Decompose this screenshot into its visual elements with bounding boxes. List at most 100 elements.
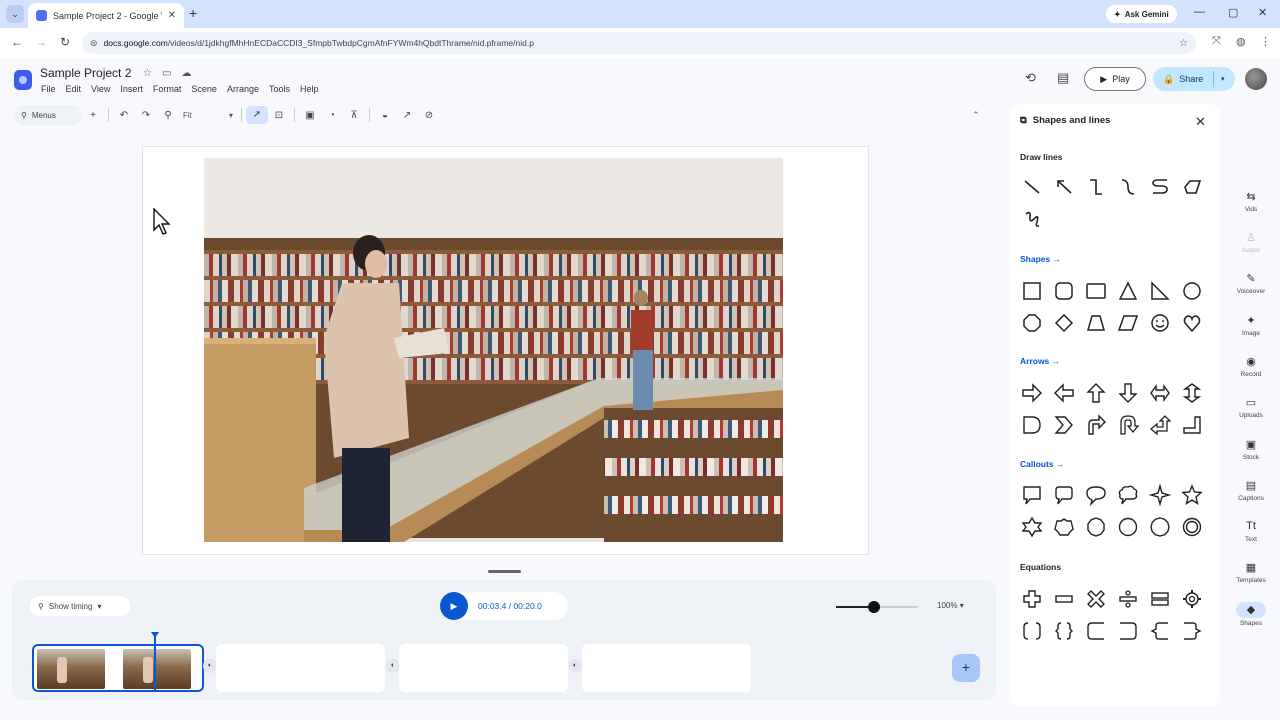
callouts-heading[interactable]: Callouts → xyxy=(1020,459,1064,469)
browser-tab[interactable]: Sample Project 2 - Google Vids ✕ xyxy=(28,3,184,28)
playhead[interactable] xyxy=(154,632,156,692)
minus-shape-icon[interactable] xyxy=(1052,588,1076,610)
rail-record[interactable]: ◉ Record xyxy=(1228,355,1274,378)
divide-shape-icon[interactable] xyxy=(1116,588,1140,610)
oval-callout-icon[interactable] xyxy=(1084,484,1108,506)
up-arrow-icon[interactable] xyxy=(1084,382,1108,404)
dodecagon-icon[interactable] xyxy=(1148,516,1172,538)
menus-search[interactable]: ⚲ Menus xyxy=(14,105,82,125)
tab-search-dropdown[interactable]: ⌄ xyxy=(6,5,24,23)
corner-arrow-icon[interactable] xyxy=(1180,414,1204,436)
curved-connector-icon[interactable] xyxy=(1116,176,1140,198)
profile-icon[interactable]: ◍ xyxy=(1236,35,1246,48)
reload-icon[interactable]: ↻ xyxy=(60,35,70,49)
collapse-toolbar-icon[interactable]: ⌃ xyxy=(972,110,980,121)
elbow-connector-icon[interactable] xyxy=(1084,176,1108,198)
curve-icon[interactable] xyxy=(1148,176,1172,198)
menu-scene[interactable]: Scene xyxy=(191,84,217,94)
rail-shapes[interactable]: ◆ Shapes xyxy=(1228,602,1274,627)
right-triangle-icon[interactable] xyxy=(1148,280,1172,302)
menu-help[interactable]: Help xyxy=(300,84,319,94)
trapezoid-icon[interactable] xyxy=(1084,312,1108,334)
ask-gemini-button[interactable]: ✦ Ask Gemini xyxy=(1106,5,1177,23)
octagon-icon[interactable] xyxy=(1020,312,1044,334)
rail-voiceover[interactable]: ✎ Voiceover xyxy=(1228,272,1274,295)
close-window-icon[interactable]: ✕ xyxy=(1258,6,1267,19)
scribble-icon[interactable] xyxy=(1020,208,1044,230)
site-info-icon[interactable]: ⊜ xyxy=(90,38,98,49)
rail-templates[interactable]: ▦ Templates xyxy=(1228,561,1274,584)
rectangle-icon[interactable] xyxy=(1020,280,1044,302)
menu-file[interactable]: File xyxy=(41,84,56,94)
shape-insert-icon[interactable]: ◔ xyxy=(321,110,343,121)
polyline-icon[interactable] xyxy=(1180,176,1204,198)
double-brace-icon[interactable] xyxy=(1052,620,1076,642)
forward-icon[interactable]: → xyxy=(35,35,47,49)
gear-shape-icon[interactable] xyxy=(1180,588,1204,610)
insert-plus-icon[interactable]: + xyxy=(82,110,104,121)
rectangle-callout-icon[interactable] xyxy=(1020,484,1044,506)
rail-captions[interactable]: ▤ Captions xyxy=(1228,479,1274,502)
snip-rectangle-icon[interactable] xyxy=(1084,280,1108,302)
parallelogram-icon[interactable] xyxy=(1116,312,1140,334)
scene-clip-3[interactable] xyxy=(399,644,568,692)
menu-format[interactable]: Format xyxy=(153,84,182,94)
account-avatar[interactable] xyxy=(1245,68,1267,90)
six-point-star-icon[interactable] xyxy=(1020,516,1044,538)
line-icon[interactable] xyxy=(1020,176,1044,198)
library-photo[interactable] xyxy=(204,158,783,542)
rail-vids[interactable]: ⇆ Vids xyxy=(1228,190,1274,213)
line-insert-icon[interactable]: ⊼ xyxy=(343,110,365,121)
timeline-zoom-percent[interactable]: 100% ▾ xyxy=(937,601,964,610)
close-tab-icon[interactable]: ✕ xyxy=(168,10,176,21)
omnibox[interactable]: ⊜ docs.google.com/videos/d/1jdkhgfMhHnEC… xyxy=(82,32,1196,54)
menu-tools[interactable]: Tools xyxy=(269,84,290,94)
right-arrow-icon[interactable] xyxy=(1020,382,1044,404)
link-icon[interactable]: ⊘ xyxy=(418,110,440,121)
scene-clip-2[interactable] xyxy=(216,644,385,692)
minimize-icon[interactable]: — xyxy=(1194,6,1205,18)
timeline-play-button[interactable]: ▶ xyxy=(440,592,468,620)
u-turn-arrow-icon[interactable] xyxy=(1116,414,1140,436)
transition-icon[interactable]: ◐ xyxy=(386,659,400,673)
rounded-callout-icon[interactable] xyxy=(1052,484,1076,506)
play-button[interactable]: ▶ Play xyxy=(1084,67,1146,91)
equal-shape-icon[interactable] xyxy=(1148,588,1172,610)
triangle-icon[interactable] xyxy=(1116,280,1140,302)
left-bracket-icon[interactable] xyxy=(1084,620,1108,642)
left-arrow-icon[interactable] xyxy=(1052,382,1076,404)
plus-shape-icon[interactable] xyxy=(1020,588,1044,610)
left-right-arrow-icon[interactable] xyxy=(1148,382,1172,404)
share-button[interactable]: 🔒 Share ▾ xyxy=(1153,67,1235,91)
document-title[interactable]: Sample Project 2 xyxy=(40,66,131,80)
vids-logo[interactable] xyxy=(14,70,32,90)
left-brace-icon[interactable] xyxy=(1148,620,1172,642)
close-panel-icon[interactable]: ✕ xyxy=(1195,114,1206,130)
chevron-arrow-icon[interactable] xyxy=(1052,414,1076,436)
double-bracket-icon[interactable] xyxy=(1020,620,1044,642)
arrows-heading[interactable]: Arrows → xyxy=(1020,356,1060,366)
timeline-resize-handle[interactable] xyxy=(488,570,521,573)
transition-icon[interactable]: ◐ xyxy=(568,659,582,673)
ellipse-icon[interactable] xyxy=(1180,280,1204,302)
menu-view[interactable]: View xyxy=(91,84,110,94)
show-timing-toggle[interactable]: ⚲ Show timing ▾ xyxy=(30,596,130,616)
zoom-icon[interactable]: ⚲ xyxy=(157,110,179,121)
comments-icon[interactable]: ▤ xyxy=(1057,70,1069,86)
circle-icon[interactable] xyxy=(1116,516,1140,538)
down-arrow-icon[interactable] xyxy=(1116,382,1140,404)
scene-clip-1[interactable] xyxy=(32,644,204,692)
up-down-arrow-icon[interactable] xyxy=(1180,382,1204,404)
bent-arrow-icon[interactable] xyxy=(1084,414,1108,436)
star-icon[interactable]: ☆ xyxy=(143,68,152,79)
transition-icon[interactable]: ◐ xyxy=(203,659,217,673)
redo-icon[interactable]: ↷ xyxy=(135,110,157,121)
text-box-icon[interactable]: ⊡ xyxy=(268,110,290,121)
rail-stock[interactable]: ▣ Stock xyxy=(1228,438,1274,461)
move-folder-icon[interactable]: ▭ xyxy=(162,68,171,79)
browser-menu-icon[interactable]: ⋮ xyxy=(1260,35,1271,48)
add-scene-button[interactable]: + xyxy=(952,654,980,682)
smiley-icon[interactable] xyxy=(1148,312,1172,334)
version-history-icon[interactable]: ⟲ xyxy=(1025,70,1036,86)
scene-clip-4[interactable] xyxy=(582,644,751,692)
